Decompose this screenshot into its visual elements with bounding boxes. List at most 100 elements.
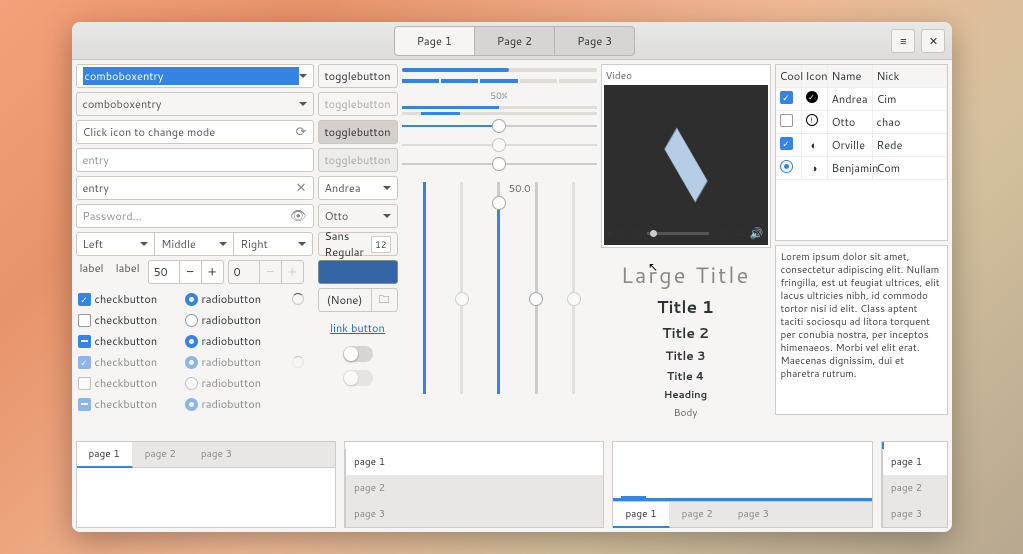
radio[interactable] — [780, 160, 793, 173]
table-row[interactable]: ✓ ◐ Orville Rede — [776, 134, 947, 157]
notebook-right: page 1 page 2 page 3 — [344, 441, 604, 528]
vslider-4[interactable] — [535, 182, 538, 394]
togglebutton-disabled-on: togglebutton — [318, 148, 398, 172]
font-button[interactable]: Sans Regular12 — [318, 232, 398, 256]
seg-left[interactable]: Left — [76, 232, 156, 256]
status-icon: ! — [806, 114, 818, 126]
radio-mixed[interactable] — [185, 335, 198, 348]
nb-tab[interactable]: page 1 — [883, 449, 947, 475]
vslider-3[interactable] — [497, 182, 500, 394]
radio-on[interactable] — [185, 293, 198, 306]
volume-icon[interactable]: 🔊 — [750, 225, 764, 241]
nb-tab[interactable]: page 1 — [77, 442, 133, 468]
label-1: label — [76, 260, 108, 284]
notebook-top: page 1 page 2 page 3 — [76, 441, 336, 528]
nb-tab[interactable]: page 3 — [189, 442, 245, 467]
table-row[interactable]: ! Otto chao — [776, 111, 947, 134]
refresh-icon[interactable]: ⟳ — [296, 123, 307, 141]
togglebutton-disabled-off: togglebutton — [318, 92, 398, 116]
radio-off[interactable] — [185, 314, 198, 327]
header-page-switcher: Page 1 Page 2 Page 3 — [394, 26, 636, 56]
comboboxentry-disabled: comboboxentry — [76, 92, 314, 116]
nb-tab[interactable]: page 3 — [883, 501, 947, 527]
combo-andrea[interactable]: Andrea — [318, 176, 398, 200]
file-chooser-button[interactable]: (None)🗀 — [318, 288, 398, 312]
radio-off-disabled — [185, 377, 198, 390]
pause-icon[interactable]: ⏸ — [608, 225, 614, 241]
menu-icon: ≡ — [900, 33, 906, 49]
nb-tab[interactable]: page 2 — [133, 442, 189, 467]
nb-tab[interactable]: page 2 — [670, 502, 726, 527]
minus-button: − — [259, 261, 281, 283]
chevron-down-icon — [383, 186, 391, 190]
entry-plain[interactable]: entry — [76, 148, 314, 172]
checkbox[interactable] — [780, 114, 793, 127]
video-frame[interactable]: ⏸ 0:00 -0:04 🔊 — [604, 85, 768, 245]
diamond-icon — [664, 127, 707, 202]
checkbox-ind-disabled — [78, 398, 91, 411]
header-tab-page2[interactable]: Page 2 — [475, 27, 555, 55]
notebook-row: page 1 page 2 page 3 page 1 page 2 page … — [72, 437, 952, 532]
header-tab-page3[interactable]: Page 3 — [555, 27, 634, 55]
spinner-icon — [292, 293, 304, 305]
seg-middle[interactable]: Middle — [155, 232, 234, 256]
spinbox-50[interactable]: 50−+ — [148, 260, 224, 284]
password-entry[interactable]: Password…👁 — [76, 204, 314, 228]
entry-clearable[interactable]: entry✕ — [76, 176, 314, 200]
minus-button[interactable]: − — [179, 261, 201, 283]
notebook-right-2: page 1 page 2 page 3 — [881, 441, 948, 528]
vslider-5 — [572, 182, 575, 394]
switch-1[interactable] — [343, 346, 373, 362]
close-button[interactable]: ✕ — [921, 29, 945, 53]
switch-disabled — [343, 370, 373, 386]
nb-tab[interactable]: page 1 — [613, 502, 669, 528]
nb-tab[interactable]: page 2 — [346, 475, 603, 501]
chevron-down-icon — [219, 242, 227, 246]
slider-1[interactable] — [402, 118, 597, 134]
vslider-1[interactable] — [423, 182, 426, 394]
link-button[interactable]: link button — [318, 316, 398, 340]
comboboxentry[interactable]: comboboxentry — [76, 64, 314, 88]
checkbox-unchecked[interactable] — [78, 314, 91, 327]
radio-on-disabled — [185, 356, 198, 369]
clear-icon[interactable]: ✕ — [296, 179, 307, 197]
status-icon: ✓ — [806, 91, 818, 103]
table-row[interactable]: ◑ Benjamin Com — [776, 157, 947, 180]
mode-entry[interactable]: Click icon to change mode⟳ — [76, 120, 314, 144]
treeview[interactable]: Cool Icon Name Nick ✓ ✓ Andrea Cim ! Ott… — [775, 64, 948, 241]
linked-dropdowns: Left Middle Right — [76, 232, 314, 256]
typography-samples: Large Title Title 1 Title 2 Title 3 Titl… — [601, 252, 771, 428]
chevron-down-icon — [299, 102, 307, 106]
label-2: label — [112, 260, 144, 284]
nb-tab[interactable]: page 3 — [726, 502, 782, 527]
status-icon: ◑ — [811, 160, 818, 176]
slider-disabled — [402, 137, 597, 153]
togglebutton-1[interactable]: togglebutton — [318, 64, 398, 88]
header-tab-page1[interactable]: Page 1 — [395, 27, 475, 55]
checkbox-indeterminate[interactable] — [78, 335, 91, 348]
color-button[interactable] — [318, 260, 398, 284]
slider-marks[interactable] — [402, 156, 597, 172]
textview[interactable]: Lorem ipsum dolor sit amet, consectetur … — [775, 245, 948, 415]
spinbox-0-disabled: 0−+ — [228, 260, 304, 284]
titlebar: Page 1 Page 2 Page 3 ≡ ✕ — [72, 22, 952, 60]
checkbox[interactable]: ✓ — [780, 91, 793, 104]
video-seek[interactable] — [647, 232, 709, 235]
table-row[interactable]: ✓ ✓ Andrea Cim — [776, 88, 947, 111]
plus-button[interactable]: + — [201, 261, 223, 283]
seg-right[interactable]: Right — [234, 232, 313, 256]
video-widget: Video ⏸ 0:00 -0:04 🔊 — [601, 64, 771, 248]
togglebutton-active[interactable]: togglebutton — [318, 120, 398, 144]
nb-tab[interactable]: page 1 — [346, 449, 603, 475]
nb-tab[interactable]: page 2 — [883, 475, 947, 501]
hamburger-menu-button[interactable]: ≡ — [891, 29, 915, 53]
checkbox-checked[interactable]: ✓ — [78, 293, 91, 306]
eye-icon[interactable]: 👁 — [290, 207, 307, 225]
levelbar-solid — [402, 68, 597, 72]
close-icon: ✕ — [929, 33, 938, 49]
chevron-down-icon — [383, 214, 391, 218]
progressbar-50 — [402, 106, 597, 109]
checkbox[interactable]: ✓ — [780, 137, 793, 150]
nb-tab[interactable]: page 3 — [346, 501, 603, 527]
status-icon: ◐ — [811, 137, 818, 153]
